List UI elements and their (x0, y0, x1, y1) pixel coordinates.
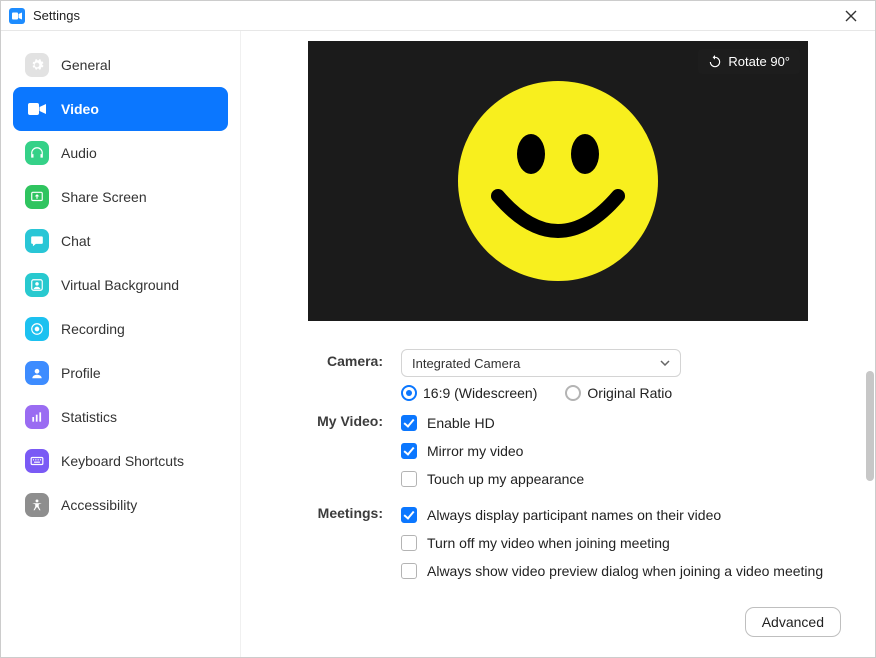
turn-off-video-on-join-checkbox[interactable]: Turn off my video when joining meeting (401, 529, 849, 557)
camera-label: Camera: (261, 349, 401, 369)
radio-icon (565, 385, 581, 401)
checkbox-icon (401, 471, 417, 487)
sidebar-item-label: Video (61, 101, 99, 117)
checkbox-label: Enable HD (427, 415, 495, 431)
sidebar-item-recording[interactable]: Recording (13, 307, 228, 351)
window-close-button[interactable] (835, 1, 867, 31)
radio-icon (401, 385, 417, 401)
chevron-down-icon (660, 360, 670, 366)
checkbox-icon (401, 535, 417, 551)
my-video-row: My Video: Enable HD Mirror my video T (261, 409, 849, 493)
sidebar-item-label: Profile (61, 365, 101, 381)
window-title: Settings (33, 8, 80, 23)
video-preview: Rotate 90° (308, 41, 808, 321)
checkbox-icon (401, 563, 417, 579)
checkbox-icon (401, 415, 417, 431)
share-screen-icon (25, 185, 49, 209)
sidebar-item-label: Chat (61, 233, 91, 249)
aspect-ratio-original-option[interactable]: Original Ratio (565, 385, 672, 401)
headphones-icon (25, 141, 49, 165)
sidebar-item-label: Virtual Background (61, 277, 179, 293)
rotate-label: Rotate 90° (728, 54, 790, 69)
recording-icon (25, 317, 49, 341)
sidebar-item-accessibility[interactable]: Accessibility (13, 483, 228, 527)
sidebar-item-label: Accessibility (61, 497, 137, 513)
checkbox-icon (401, 443, 417, 459)
touch-up-appearance-checkbox[interactable]: Touch up my appearance (401, 465, 849, 493)
app-icon (9, 8, 25, 24)
sidebar-item-audio[interactable]: Audio (13, 131, 228, 175)
advanced-button[interactable]: Advanced (745, 607, 841, 637)
sidebar: General Video Audio Share Screen (1, 31, 241, 657)
footer: Advanced (261, 599, 855, 645)
keyboard-icon (25, 449, 49, 473)
aspect-ratio-16-9-option[interactable]: 16:9 (Widescreen) (401, 385, 537, 401)
sidebar-item-label: General (61, 57, 111, 73)
camera-selected-value: Integrated Camera (412, 356, 520, 371)
advanced-button-label: Advanced (762, 614, 824, 630)
sidebar-item-keyboard-shortcuts[interactable]: Keyboard Shortcuts (13, 439, 228, 483)
video-settings: Camera: Integrated Camera 16:9 (Widescre… (261, 349, 855, 599)
sidebar-item-label: Audio (61, 145, 97, 161)
option-label: 16:9 (Widescreen) (423, 385, 537, 401)
sidebar-item-label: Share Screen (61, 189, 147, 205)
virtual-background-icon (25, 273, 49, 297)
preview-smiley-image (453, 76, 663, 286)
chat-icon (25, 229, 49, 253)
sidebar-item-virtual-background[interactable]: Virtual Background (13, 263, 228, 307)
sidebar-item-chat[interactable]: Chat (13, 219, 228, 263)
sidebar-item-share-screen[interactable]: Share Screen (13, 175, 228, 219)
sidebar-item-profile[interactable]: Profile (13, 351, 228, 395)
my-video-label: My Video: (261, 409, 401, 429)
meetings-label: Meetings: (261, 501, 401, 521)
rotate-icon (708, 55, 722, 69)
sidebar-item-general[interactable]: General (13, 43, 228, 87)
accessibility-icon (25, 493, 49, 517)
camera-row: Camera: Integrated Camera 16:9 (Widescre… (261, 349, 849, 401)
settings-window: Settings General Video (0, 0, 876, 658)
content: Rotate 90° Camera: (241, 31, 875, 657)
always-display-names-checkbox[interactable]: Always display participant names on thei… (401, 501, 849, 529)
mirror-video-checkbox[interactable]: Mirror my video (401, 437, 849, 465)
gear-icon (25, 53, 49, 77)
sidebar-item-statistics[interactable]: Statistics (13, 395, 228, 439)
titlebar: Settings (1, 1, 875, 31)
body: General Video Audio Share Screen (1, 31, 875, 657)
statistics-icon (25, 405, 49, 429)
camera-select[interactable]: Integrated Camera (401, 349, 681, 377)
checkbox-label: Touch up my appearance (427, 471, 584, 487)
sidebar-item-label: Statistics (61, 409, 117, 425)
checkbox-icon (401, 507, 417, 523)
checkbox-label: Turn off my video when joining meeting (427, 535, 670, 551)
profile-icon (25, 361, 49, 385)
scrollbar-thumb[interactable] (866, 371, 874, 481)
checkbox-label: Mirror my video (427, 443, 523, 459)
video-icon (25, 97, 49, 121)
enable-hd-checkbox[interactable]: Enable HD (401, 409, 849, 437)
rotate-90-button[interactable]: Rotate 90° (698, 49, 800, 74)
sidebar-item-label: Recording (61, 321, 125, 337)
option-label: Original Ratio (587, 385, 672, 401)
scrollbar-track[interactable] (865, 31, 875, 657)
sidebar-item-label: Keyboard Shortcuts (61, 453, 184, 469)
always-show-preview-dialog-checkbox[interactable]: Always show video preview dialog when jo… (401, 557, 849, 585)
checkbox-label: Always display participant names on thei… (427, 507, 721, 523)
meetings-row: Meetings: Always display participant nam… (261, 501, 849, 585)
sidebar-item-video[interactable]: Video (13, 87, 228, 131)
checkbox-label: Always show video preview dialog when jo… (427, 563, 823, 579)
